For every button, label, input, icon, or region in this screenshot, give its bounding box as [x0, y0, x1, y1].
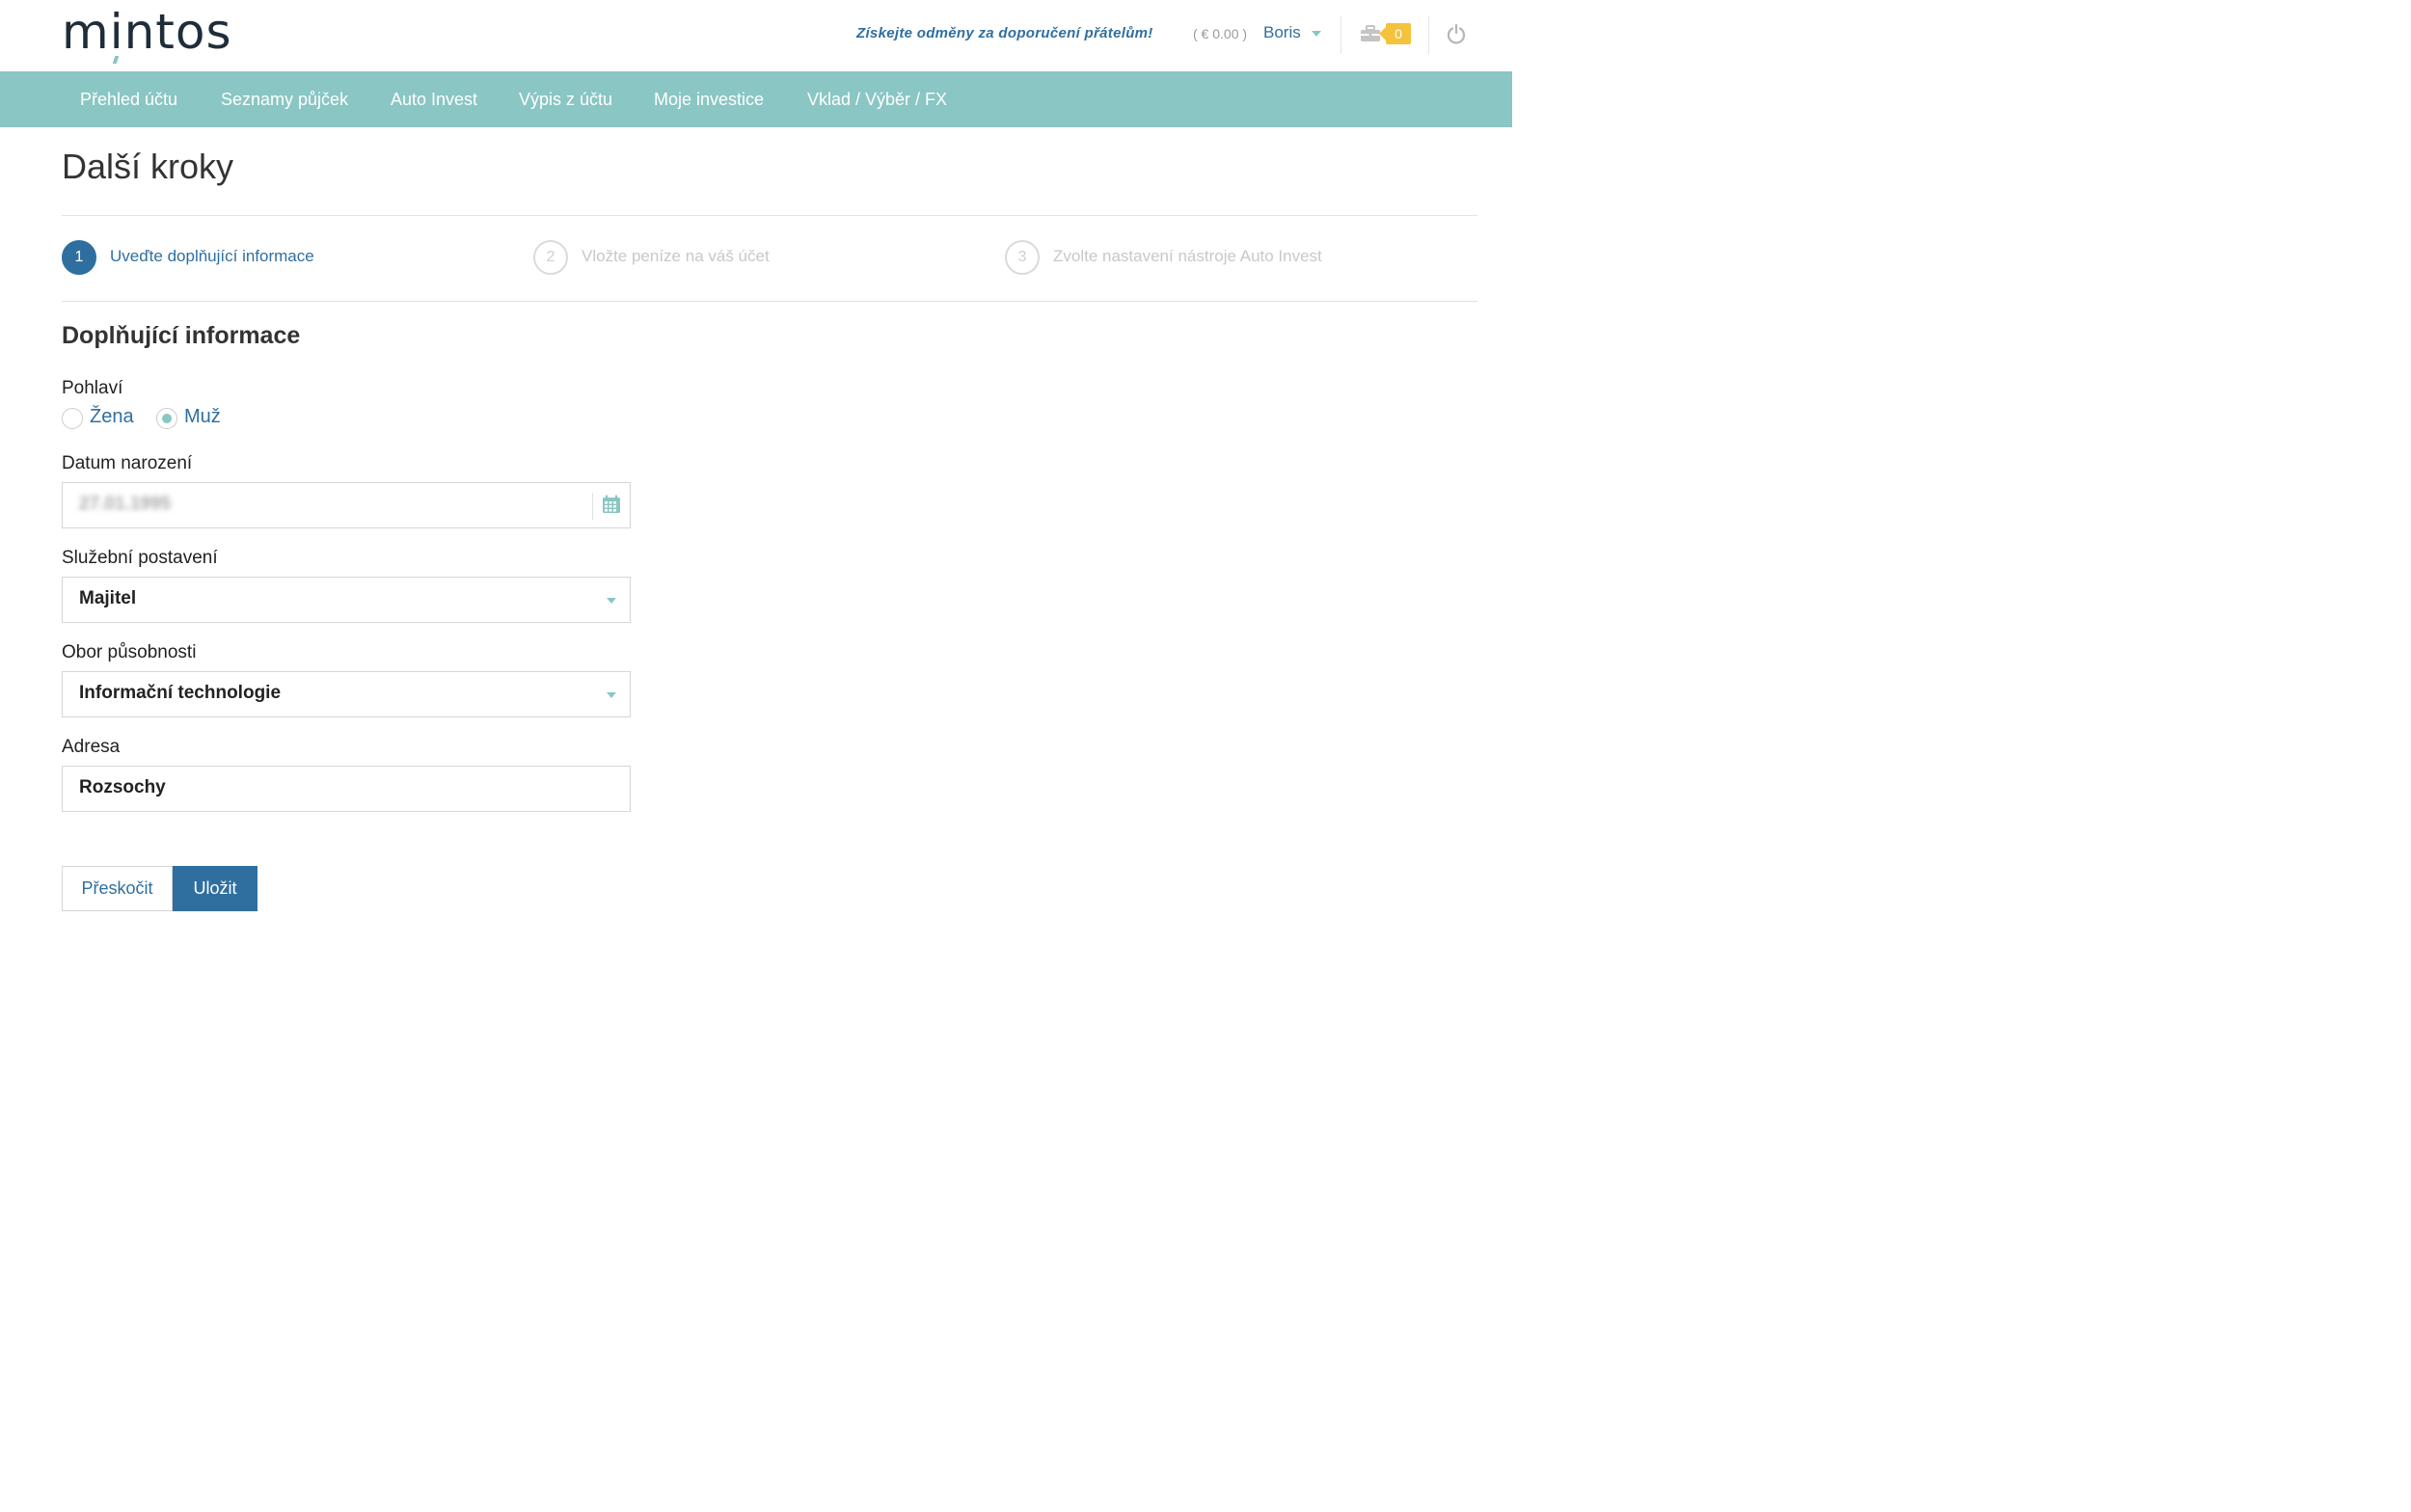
account-balance: ( € 0.00 ): [1193, 26, 1248, 41]
radio-circle[interactable]: [62, 408, 83, 429]
section-title: Doplňující informace: [62, 322, 301, 349]
nav-item-loan-lists[interactable]: Seznamy půjček: [221, 71, 348, 127]
radio-label: Muž: [184, 406, 221, 427]
birth-date-field[interactable]: 27.01.1995: [62, 482, 631, 528]
industry-label: Obor působnosti: [62, 642, 197, 662]
radio-circle[interactable]: [156, 408, 177, 429]
address-value: Rozsochy: [79, 777, 166, 797]
step-2-number: 2: [533, 240, 568, 275]
chevron-down-icon[interactable]: [1312, 31, 1321, 37]
main-navigation: Přehled účtu Seznamy půjček Auto Invest …: [0, 71, 1512, 127]
referral-link[interactable]: Získejte odměny za doporučení přátelům!: [856, 25, 1153, 41]
mintos-logo[interactable]: mintos: [62, 2, 232, 66]
birth-date-label: Datum narození: [62, 453, 193, 473]
step-1-number: 1: [62, 240, 96, 275]
top-header: mintos Získejte odměny za doporučení přá…: [0, 0, 1512, 71]
gender-label: Pohlaví: [62, 378, 123, 398]
chevron-down-icon[interactable]: [607, 598, 616, 604]
nav-item-auto-invest[interactable]: Auto Invest: [391, 71, 477, 127]
employment-label: Služební postavení: [62, 548, 218, 568]
skip-button[interactable]: Přeskočit: [62, 866, 173, 911]
power-icon[interactable]: [1446, 23, 1467, 44]
employment-value: Majitel: [79, 588, 137, 608]
chevron-down-icon[interactable]: [607, 692, 616, 698]
cart-count-badge: 0: [1379, 23, 1411, 44]
step-1-label: Uveďte doplňující informace: [110, 247, 314, 265]
industry-value: Informační technologie: [79, 683, 282, 703]
nav-item-my-investments[interactable]: Moje investice: [654, 71, 764, 127]
page-title: Další kroky: [62, 147, 234, 186]
nav-item-account-overview[interactable]: Přehled účtu: [80, 71, 177, 127]
save-button[interactable]: Uložit: [173, 866, 257, 911]
industry-select[interactable]: Informační technologie: [62, 671, 631, 717]
radio-label: Žena: [90, 406, 134, 427]
calendar-icon[interactable]: [602, 495, 621, 514]
address-input[interactable]: Rozsochy: [62, 766, 631, 812]
nav-item-account-statement[interactable]: Výpis z účtu: [519, 71, 612, 127]
divider: [62, 301, 1477, 302]
birth-date-value: 27.01.1995: [79, 494, 172, 514]
step-3-label: Zvolte nastavení nástroje Auto Invest: [1053, 247, 1322, 265]
user-menu[interactable]: Boris: [1263, 23, 1301, 42]
step-2-label: Vložte peníze na váš účet: [582, 247, 770, 265]
employment-select[interactable]: Majitel: [62, 577, 631, 623]
nav-item-deposit-withdraw-fx[interactable]: Vklad / Výběr / FX: [807, 71, 947, 127]
header-divider: [1428, 15, 1429, 54]
step-3-number: 3: [1005, 240, 1040, 275]
logo-accent: [112, 56, 120, 64]
address-label: Adresa: [62, 737, 121, 757]
logo-text: mintos: [62, 4, 232, 60]
field-divider: [592, 493, 593, 520]
divider: [62, 215, 1477, 216]
briefcase-icon[interactable]: [1360, 25, 1381, 42]
